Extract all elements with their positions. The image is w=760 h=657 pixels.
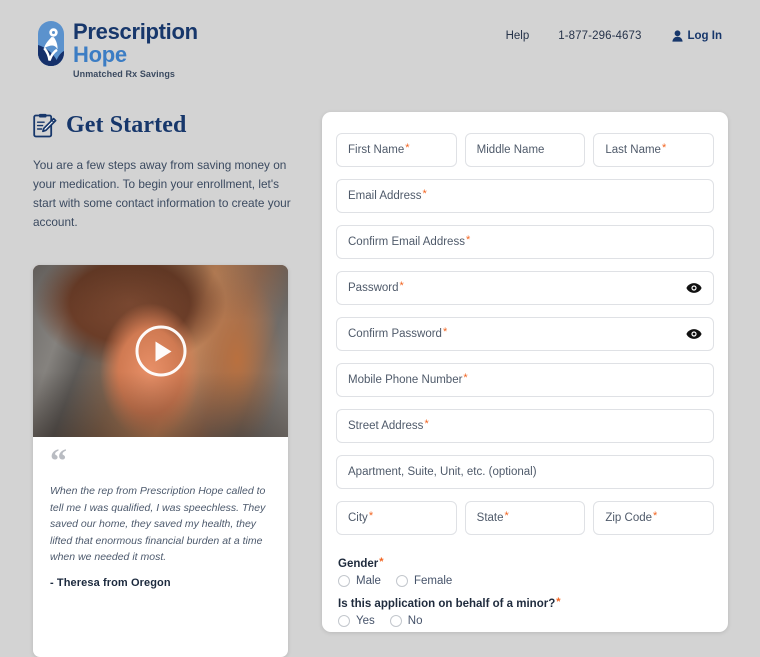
play-triangle bbox=[155, 341, 171, 361]
radio-circle-icon bbox=[338, 615, 350, 627]
brand-line-1: Prescription bbox=[73, 19, 198, 44]
first-name-input[interactable]: First Name * bbox=[336, 133, 457, 167]
required-marker: * bbox=[463, 372, 468, 384]
minor-radio-yes[interactable]: Yes bbox=[338, 615, 375, 627]
testimonial-body: “ When the rep from Prescription Hope ca… bbox=[33, 437, 288, 603]
nav-help-link[interactable]: Help bbox=[506, 30, 530, 42]
required-marker: * bbox=[405, 142, 410, 154]
gender-radio-female[interactable]: Female bbox=[395, 575, 453, 587]
testimonial-video[interactable] bbox=[33, 265, 288, 437]
email-label: Email Address bbox=[348, 190, 422, 202]
city-label: City bbox=[348, 512, 368, 524]
required-marker: * bbox=[661, 142, 667, 154]
minor-option-label: No bbox=[407, 615, 423, 627]
required-marker: * bbox=[379, 556, 384, 568]
confirm-email-input[interactable]: Confirm Email Address * bbox=[336, 225, 714, 259]
gender-option-label: Female bbox=[413, 575, 453, 587]
eye-icon[interactable] bbox=[686, 283, 702, 294]
mobile-phone-input[interactable]: Mobile Phone Number * bbox=[336, 363, 714, 397]
radio-circle-icon bbox=[389, 615, 402, 627]
minor-option-label: Yes bbox=[356, 615, 375, 627]
radio-circle-icon bbox=[395, 575, 408, 587]
required-marker: * bbox=[653, 510, 658, 522]
brand-wordmark: Prescription Hope Unmatched Rx Savings bbox=[73, 20, 198, 79]
prescription-hope-capsule-icon bbox=[38, 21, 64, 66]
clipboard-pencil-icon bbox=[33, 113, 57, 138]
last-name-label: Last Name bbox=[605, 144, 661, 156]
street-address-label: Street Address bbox=[348, 420, 424, 432]
eye-icon[interactable] bbox=[686, 329, 702, 340]
user-icon bbox=[671, 30, 683, 42]
testimonial-author: - Theresa from Oregon bbox=[50, 576, 171, 589]
mobile-phone-label: Mobile Phone Number bbox=[348, 374, 463, 386]
gender-radio-male[interactable]: Male bbox=[338, 575, 381, 587]
header-nav: Help 1-877-296-4673 Log In bbox=[506, 30, 722, 42]
get-started-header: Get Started bbox=[33, 112, 295, 139]
middle-name-label: Middle Name bbox=[476, 144, 545, 156]
zip-code-label: Zip Code bbox=[605, 512, 653, 524]
quote-mark-icon: “ bbox=[50, 443, 67, 480]
required-marker: * bbox=[368, 510, 374, 522]
password-input[interactable]: Password * bbox=[336, 271, 714, 305]
confirm-password-label: Confirm Password bbox=[348, 328, 442, 340]
middle-name-input[interactable]: Middle Name bbox=[464, 133, 586, 167]
testimonial-text: When the rep from Prescription Hope call… bbox=[50, 485, 266, 563]
page-title: Get Started bbox=[66, 112, 187, 138]
radio-circle-icon bbox=[338, 575, 350, 587]
gender-radio-group: Male Female bbox=[336, 575, 714, 587]
apartment-label: Apartment, Suite, Unit, etc. (optional) bbox=[348, 466, 537, 478]
brand-line-2: Hope bbox=[73, 42, 127, 67]
required-marker: * bbox=[399, 280, 404, 292]
brand-logo[interactable]: Prescription Hope Unmatched Rx Savings bbox=[38, 20, 198, 80]
page-header: Prescription Hope Unmatched Rx Savings H… bbox=[0, 0, 760, 97]
street-address-input[interactable]: Street Address * bbox=[336, 409, 714, 443]
state-label: State bbox=[476, 512, 504, 524]
password-label: Password bbox=[348, 282, 399, 294]
confirm-password-input[interactable]: Confirm Password * bbox=[336, 317, 714, 351]
nav-login-button[interactable]: Log In bbox=[671, 30, 723, 42]
nav-phone-link[interactable]: 1-877-296-4673 bbox=[558, 30, 641, 42]
zip-code-input[interactable]: Zip Code * bbox=[593, 501, 715, 535]
name-row: First Name * Middle Name Last Name * bbox=[336, 133, 715, 167]
city-input[interactable]: City * bbox=[336, 501, 457, 535]
enrollment-form-card: First Name * Middle Name Last Name * Email… bbox=[322, 112, 728, 632]
get-started-description: You are a few steps away from saving mon… bbox=[33, 158, 291, 229]
required-marker: * bbox=[504, 510, 509, 522]
required-marker: * bbox=[556, 596, 561, 608]
testimonial-card: “ When the rep from Prescription Hope ca… bbox=[33, 265, 288, 657]
play-icon[interactable] bbox=[135, 325, 186, 377]
brand-tagline: Unmatched Rx Savings bbox=[73, 69, 176, 79]
email-input[interactable]: Email Address * bbox=[336, 179, 714, 213]
gender-label-text: Gender bbox=[338, 558, 379, 570]
gender-label: Gender* bbox=[338, 556, 714, 570]
state-input[interactable]: State * bbox=[464, 501, 586, 535]
required-marker: * bbox=[424, 418, 429, 430]
gender-option-label: Male bbox=[356, 575, 381, 587]
left-column: Get Started You are a few steps away fro… bbox=[33, 112, 295, 657]
last-name-input[interactable]: Last Name * bbox=[593, 133, 715, 167]
required-marker: * bbox=[422, 188, 427, 200]
first-name-label: First Name bbox=[348, 144, 405, 156]
required-marker: * bbox=[442, 326, 448, 338]
city-state-zip-row: City * State * Zip Code * bbox=[336, 501, 715, 535]
minor-radio-group: Yes No bbox=[336, 615, 714, 627]
required-marker: * bbox=[465, 234, 471, 246]
apartment-input[interactable]: Apartment, Suite, Unit, etc. (optional) bbox=[336, 455, 714, 489]
nav-login-label: Log In bbox=[687, 30, 723, 42]
confirm-email-label: Confirm Email Address bbox=[348, 236, 465, 248]
minor-radio-no[interactable]: No bbox=[389, 615, 423, 627]
